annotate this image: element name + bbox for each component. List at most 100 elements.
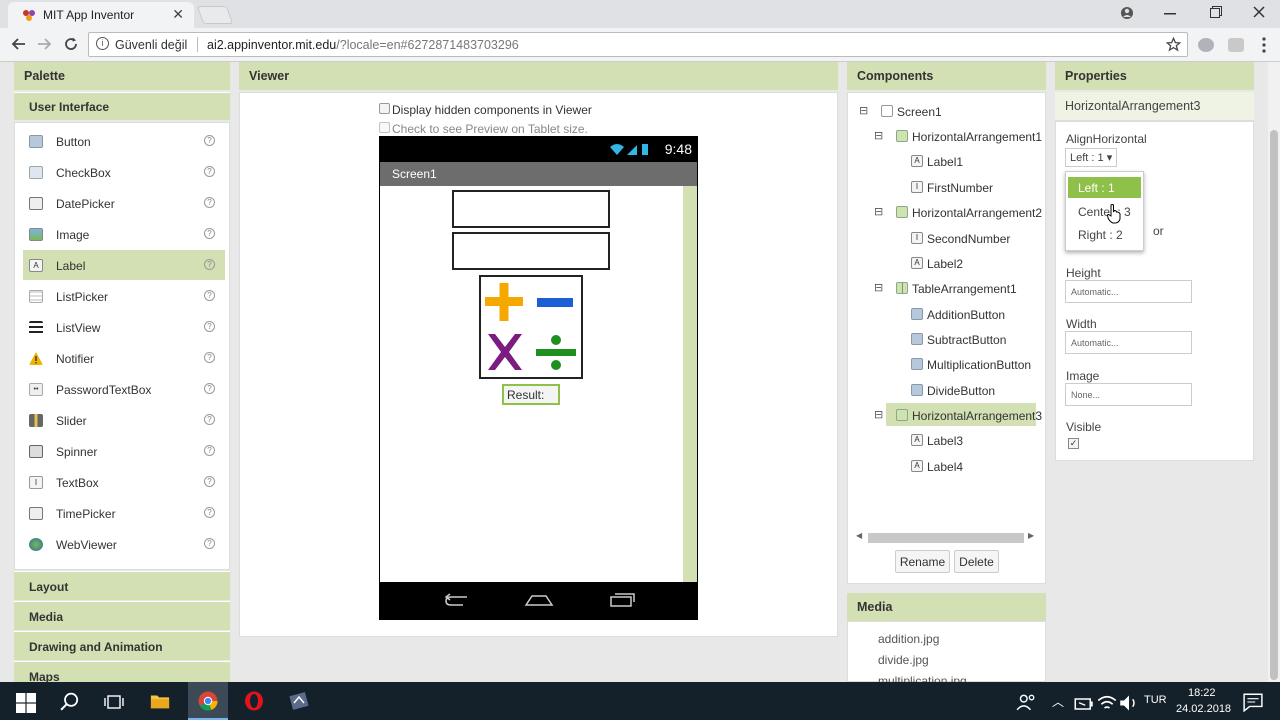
chrome-taskbar-button[interactable]: [188, 682, 228, 720]
media-file[interactable]: divide.jpg: [878, 653, 929, 667]
help-icon[interactable]: ?: [204, 352, 215, 363]
forward-arrow-icon[interactable]: [37, 37, 53, 51]
browser-tab[interactable]: MIT App Inventor ✕: [8, 2, 194, 28]
collapse-toggle-icon[interactable]: ⊟: [874, 205, 883, 218]
palette-item-datepicker[interactable]: DatePicker ?: [23, 188, 225, 218]
help-icon[interactable]: ?: [204, 135, 215, 146]
battery-icon[interactable]: [1074, 694, 1094, 714]
scroll-left-icon[interactable]: ◀: [856, 531, 862, 540]
components-horizontal-scrollbar[interactable]: ◀ ▶: [856, 531, 1036, 545]
address-bar[interactable]: i Güvenli değil ai2.appinventor.mit.edu/…: [88, 32, 1188, 57]
windows-start-icon[interactable]: [16, 693, 36, 713]
new-tab-button[interactable]: [196, 6, 234, 24]
palette-item-image[interactable]: Image ?: [23, 219, 225, 249]
volume-icon[interactable]: [1119, 693, 1139, 713]
dropdown-option-left[interactable]: Left : 1: [1068, 177, 1141, 198]
minimize-icon[interactable]: [1164, 13, 1176, 15]
palette-item-timepicker[interactable]: TimePicker ?: [23, 498, 225, 528]
extension-image-icon[interactable]: [1228, 38, 1244, 52]
bookmark-star-icon[interactable]: [1166, 37, 1181, 52]
info-icon[interactable]: i: [96, 37, 109, 50]
palette-item-label[interactable]: A Label ?: [23, 250, 225, 280]
security-indicator[interactable]: Güvenli değil: [115, 38, 187, 52]
close-window-icon[interactable]: [1253, 6, 1265, 18]
image-input[interactable]: None...: [1065, 383, 1192, 406]
account-icon[interactable]: [1120, 6, 1134, 20]
page-scrollbar-thumb[interactable]: [1270, 130, 1278, 680]
task-view-icon[interactable]: [104, 692, 124, 712]
close-tab-icon[interactable]: ✕: [172, 6, 184, 23]
visible-checkbox[interactable]: ✓: [1068, 438, 1079, 449]
tablet-preview-checkbox[interactable]: [379, 122, 390, 133]
palette-item-textbox[interactable]: I TextBox ?: [23, 467, 225, 497]
first-number-textbox[interactable]: [452, 190, 610, 228]
reload-icon[interactable]: [63, 36, 79, 52]
palette-item-listview[interactable]: ListView ?: [23, 312, 225, 342]
palette-item-notifier[interactable]: Notifier ?: [23, 343, 225, 373]
url-text[interactable]: ai2.appinventor.mit.edu/?locale=en#62728…: [207, 38, 519, 52]
help-icon[interactable]: ?: [204, 414, 215, 425]
palette-item-webviewer[interactable]: WebViewer ?: [23, 529, 225, 559]
result-label[interactable]: Result:: [502, 384, 560, 405]
scrollbar-thumb[interactable]: [868, 533, 1024, 543]
palette-item-listpicker[interactable]: ListPicker ?: [23, 281, 225, 311]
palette-item-checkbox[interactable]: CheckBox ?: [23, 157, 225, 187]
clock-date[interactable]: 24.02.2018: [1176, 703, 1231, 715]
back-arrow-icon[interactable]: [10, 37, 26, 51]
help-icon[interactable]: ?: [204, 166, 215, 177]
action-center-icon[interactable]: [1243, 692, 1263, 712]
app-taskbar-icon[interactable]: [289, 691, 309, 711]
rename-button[interactable]: Rename: [895, 550, 950, 573]
help-icon[interactable]: ?: [204, 321, 215, 332]
palette-item-spinner[interactable]: Spinner ?: [23, 436, 225, 466]
delete-button[interactable]: Delete: [954, 550, 999, 573]
palette-item-slider[interactable]: Slider ?: [23, 405, 225, 435]
screen-canvas[interactable]: Result:: [380, 186, 697, 582]
help-icon[interactable]: ?: [204, 290, 215, 301]
extension-shield-icon[interactable]: [1198, 38, 1214, 52]
calculator-buttons-table[interactable]: [479, 275, 583, 379]
display-hidden-checkbox[interactable]: [379, 103, 390, 114]
horizontal-arrangement-icon: [896, 130, 908, 142]
collapse-toggle-icon[interactable]: ⊟: [859, 104, 868, 117]
dropdown-option-right[interactable]: Right : 2: [1068, 224, 1141, 245]
restore-icon[interactable]: [1210, 6, 1222, 18]
scroll-right-icon[interactable]: ▶: [1028, 531, 1034, 540]
height-input[interactable]: Automatic...: [1065, 280, 1192, 303]
opera-icon[interactable]: [244, 691, 264, 711]
palette-item-passwordtextbox[interactable]: •• PasswordTextBox ?: [23, 374, 225, 404]
help-icon[interactable]: ?: [204, 476, 215, 487]
help-icon[interactable]: ?: [204, 445, 215, 456]
palette-category-drawing-animation[interactable]: Drawing and Animation: [14, 631, 230, 660]
palette-category-layout[interactable]: Layout: [14, 571, 230, 600]
page-scrollbar[interactable]: [1268, 62, 1280, 682]
align-horizontal-dropdown[interactable]: Left : 1 ▾: [1065, 148, 1118, 167]
palette-category-media[interactable]: Media: [14, 601, 230, 630]
width-input[interactable]: Automatic...: [1065, 331, 1192, 354]
wifi-icon[interactable]: [1097, 693, 1117, 713]
collapse-toggle-icon[interactable]: ⊟: [874, 408, 883, 421]
help-icon[interactable]: ?: [204, 507, 215, 518]
help-icon[interactable]: ?: [204, 228, 215, 239]
menu-kebab-icon[interactable]: [1262, 37, 1266, 53]
collapse-toggle-icon[interactable]: ⊟: [874, 129, 883, 142]
dropdown-option-center[interactable]: Center : 3: [1068, 201, 1141, 222]
media-file[interactable]: addition.jpg: [878, 632, 939, 646]
tree-item-label: Screen1: [897, 105, 942, 119]
search-icon[interactable]: [60, 692, 80, 712]
screen-scrollbar[interactable]: [683, 186, 697, 582]
file-explorer-icon[interactable]: [150, 691, 170, 711]
help-icon[interactable]: ?: [204, 383, 215, 394]
input-language[interactable]: TUR: [1144, 694, 1167, 706]
people-icon[interactable]: [1016, 692, 1036, 712]
collapse-toggle-icon[interactable]: ⊟: [874, 281, 883, 294]
help-icon[interactable]: ?: [204, 538, 215, 549]
clock-time[interactable]: 18:22: [1188, 687, 1216, 699]
second-number-textbox[interactable]: [452, 232, 610, 270]
palette-category-user-interface[interactable]: User Interface: [14, 92, 230, 120]
help-icon[interactable]: ?: [204, 259, 215, 270]
palette-item-button[interactable]: Button ?: [23, 126, 225, 156]
tray-chevron-up-icon[interactable]: ︿: [1052, 693, 1064, 710]
help-icon[interactable]: ?: [204, 197, 215, 208]
palette-category-maps[interactable]: Maps: [14, 661, 230, 684]
